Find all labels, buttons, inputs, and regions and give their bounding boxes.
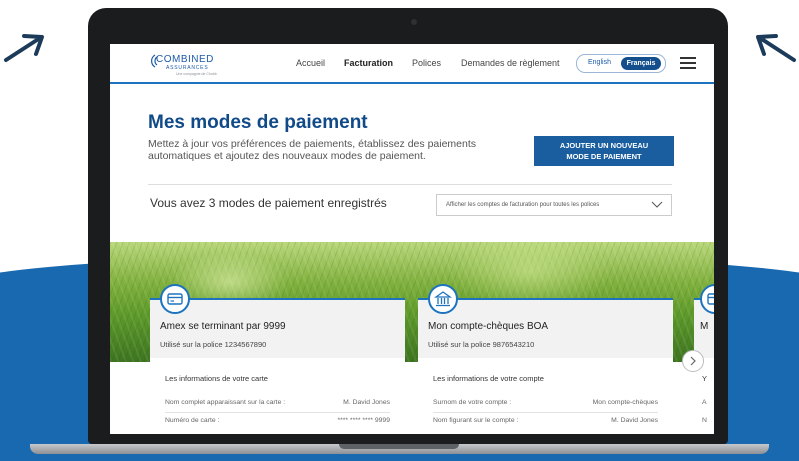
cta-line-1: AJOUTER UN NOUVEAU <box>559 141 649 150</box>
arrow-left-icon <box>756 34 796 62</box>
row-value: Mon compte-chèques <box>592 399 658 406</box>
credit-card-icon <box>700 284 714 314</box>
card-section-title: Les informations de votre compte <box>433 374 544 383</box>
card-name: Amex se terminant par 9999 <box>160 321 286 332</box>
card-section-partial: Y <box>702 374 708 383</box>
payment-card-boa[interactable]: Mon compte-chèques BOA Utilisé sur la po… <box>418 284 673 434</box>
laptop-base <box>0 440 799 461</box>
nav-polices[interactable]: Polices <box>412 58 441 68</box>
language-toggle: English Français <box>576 54 666 73</box>
row-value: M. David Jones <box>343 399 390 406</box>
hamburger-menu-icon[interactable] <box>680 57 696 69</box>
row-label: Nom complet apparaissant sur la carte : <box>165 399 286 406</box>
page-title: Mes modes de paiement <box>148 112 368 133</box>
lang-francais[interactable]: Français <box>621 57 661 70</box>
chevron-right-icon <box>690 356 696 366</box>
card-row-name: Nom complet apparaissant sur la carte : … <box>165 399 390 406</box>
nav-demandes-reglement[interactable]: Demandes de règlement <box>461 58 560 68</box>
row-label: Nom figurant sur le compte : <box>433 417 519 424</box>
page-subtitle: Mettez à jour vos préférences de paiemen… <box>148 138 477 162</box>
arrow-right-icon <box>4 34 44 62</box>
payment-methods-count: Vous avez 3 modes de paiement enregistré… <box>150 196 387 210</box>
add-payment-method-button[interactable]: AJOUTER UN NOUVEAU MODE DE PAIEMENT <box>534 136 674 166</box>
lang-english[interactable]: English <box>588 59 611 66</box>
logo-text: COMBINED <box>156 54 214 65</box>
row-divider <box>165 412 390 413</box>
card-name-partial: M <box>700 321 709 332</box>
top-navigation: COMBINED ASSURANCES Une compagnie de Chu… <box>110 44 714 84</box>
nav-accueil[interactable]: Accueil <box>296 58 325 68</box>
card-row-number: Numéro de carte : **** **** **** 9999 <box>165 417 390 424</box>
bank-icon <box>428 284 458 314</box>
row-divider <box>433 412 658 413</box>
card-name: Mon compte-chèques BOA <box>428 321 549 332</box>
carousel-next-button[interactable] <box>682 350 704 372</box>
nav-facturation[interactable]: Facturation <box>344 58 393 68</box>
card-row-account-name: Nom figurant sur le compte : M. David Jo… <box>433 417 658 424</box>
policy-filter-value: Afficher les comptes de facturation pour… <box>446 202 600 208</box>
card-row-nickname: Surnom de votre compte : Mon compte-chèq… <box>433 399 658 406</box>
row-label: Surnom de votre compte : <box>433 399 512 406</box>
payment-card-amex[interactable]: Amex se terminant par 9999 Utilisé sur l… <box>150 284 405 434</box>
divider <box>148 184 672 185</box>
row-label: Numéro de carte : <box>165 417 220 424</box>
card-used-on: Utilisé sur la police 1234567890 <box>160 340 267 349</box>
marketing-stage: COMBINED ASSURANCES Une compagnie de Chu… <box>0 0 799 461</box>
logo-subtext: ASSURANCES <box>166 65 209 71</box>
row-value: **** **** **** 9999 <box>337 417 390 424</box>
laptop-frame: COMBINED ASSURANCES Une compagnie de Chu… <box>88 8 728 444</box>
card-used-on: Utilisé sur la police 9876543210 <box>428 340 535 349</box>
row-value: M. David Jones <box>611 417 658 424</box>
logo-tagline: Une compagnie de Chubb <box>176 72 217 76</box>
card-row-partial: A <box>702 399 707 406</box>
credit-card-icon <box>160 284 190 314</box>
cta-line-2: MODE DE PAIEMENT <box>566 152 642 161</box>
brand-logo[interactable]: COMBINED ASSURANCES Une compagnie de Chu… <box>146 53 228 76</box>
laptop-screen: COMBINED ASSURANCES Une compagnie de Chu… <box>110 44 714 434</box>
card-section-title: Les informations de votre carte <box>165 374 268 383</box>
camera <box>411 19 417 25</box>
card-row-partial: N <box>702 417 707 424</box>
chevron-down-icon <box>651 201 663 208</box>
policy-filter-select[interactable]: Afficher les comptes de facturation pour… <box>436 194 672 216</box>
